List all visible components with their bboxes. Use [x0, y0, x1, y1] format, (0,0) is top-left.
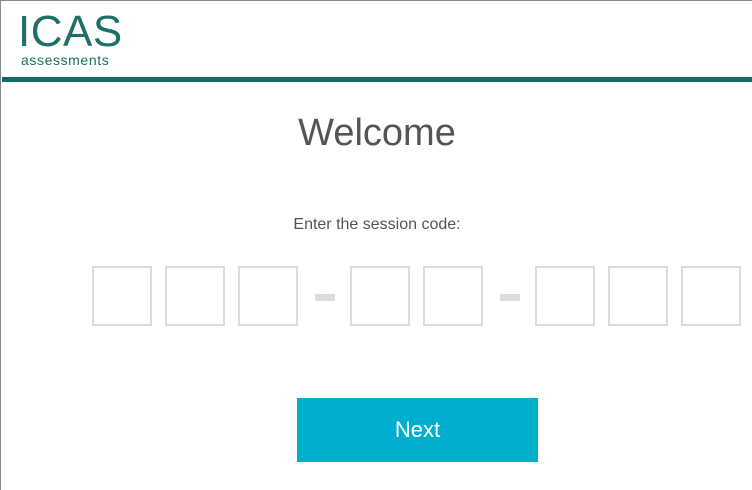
header-accent-bar — [2, 77, 752, 82]
code-digit-6[interactable] — [535, 266, 595, 326]
page-title: Welcome — [298, 112, 456, 154]
code-digit-7[interactable] — [608, 266, 668, 326]
header: ICAS assessments — [2, 2, 752, 77]
code-digit-2[interactable] — [165, 266, 225, 326]
code-digit-8[interactable] — [681, 266, 741, 326]
code-separator — [500, 294, 520, 301]
session-code-inputs — [92, 266, 744, 329]
logo-subtitle: assessments — [21, 52, 110, 68]
logo-wordmark: ICAS — [18, 7, 123, 56]
code-digit-3[interactable] — [238, 266, 298, 326]
code-digit-1[interactable] — [92, 266, 152, 326]
next-button[interactable]: Next — [297, 398, 538, 462]
page-frame: ICAS assessments Welcome Enter the sessi… — [0, 0, 752, 490]
code-digit-5[interactable] — [423, 266, 483, 326]
code-digit-4[interactable] — [350, 266, 410, 326]
session-code-prompt: Enter the session code: — [293, 216, 461, 233]
icas-logo: ICAS assessments — [18, 10, 148, 70]
code-separator — [315, 294, 335, 301]
